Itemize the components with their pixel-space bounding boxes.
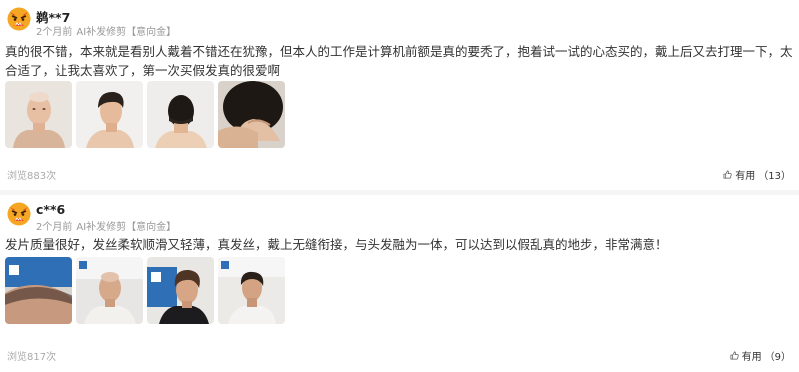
view-count: 浏览817次: [7, 352, 57, 363]
review-photo[interactable]: [5, 81, 72, 148]
helpful-count: （13）: [758, 171, 791, 182]
helpful-count: （9）: [764, 352, 791, 363]
review-time: 2个月前: [36, 27, 73, 38]
thumbs-up-outline-icon: [730, 351, 739, 360]
review-photo[interactable]: [76, 81, 143, 148]
review-photo[interactable]: [218, 81, 285, 148]
thumbs-up-outline-icon: [723, 170, 732, 179]
helpful-label: 有用: [735, 171, 756, 182]
product-name: AI补发修剪: [76, 27, 127, 38]
review-photo[interactable]: [147, 257, 214, 324]
review-time: 2个月前: [36, 222, 73, 233]
view-count: 浏览883次: [7, 171, 57, 182]
review-photo[interactable]: [76, 257, 143, 324]
helpful-button[interactable]: 有用 （9）: [730, 348, 791, 363]
review-text: 真的很不错，本来就是看别人戴着不错还在犹豫，但本人的工作是计算机前额是真的要秃了…: [5, 44, 793, 78]
helpful-label: 有用: [741, 352, 762, 363]
photo-gallery: [5, 257, 285, 324]
product-name: AI补发修剪: [76, 222, 127, 233]
review-photo[interactable]: [147, 81, 214, 148]
review-meta: 2个月前 AI补发修剪【意向金】: [36, 218, 180, 233]
product-tag: 【意向金】: [126, 27, 177, 38]
username: c**6: [36, 202, 66, 217]
helpful-button[interactable]: 有用 （13）: [723, 167, 791, 182]
avatar[interactable]: [7, 202, 31, 226]
review-item: c**6 2个月前 AI补发修剪【意向金】 发片质量很好，发丝柔软顺滑又轻薄，真发…: [0, 195, 799, 372]
product-tag: 【意向金】: [126, 222, 177, 233]
angry-face-avatar-icon: [7, 7, 31, 31]
review-text: 发片质量很好，发丝柔软顺滑又轻薄，真发丝，戴上无缝衔接，与头发融为一体，可以达到…: [5, 237, 668, 252]
review-meta: 2个月前 AI补发修剪【意向金】: [36, 23, 180, 38]
angry-face-avatar-icon: [7, 202, 31, 226]
avatar[interactable]: [7, 7, 31, 31]
review-photo[interactable]: [218, 257, 285, 324]
photo-gallery: [5, 81, 285, 148]
review-item: 鹈**7 2个月前 AI补发修剪【意向金】 真的很不错，本来就是看别人戴着不错还在…: [0, 0, 799, 190]
review-photo[interactable]: [5, 257, 72, 324]
